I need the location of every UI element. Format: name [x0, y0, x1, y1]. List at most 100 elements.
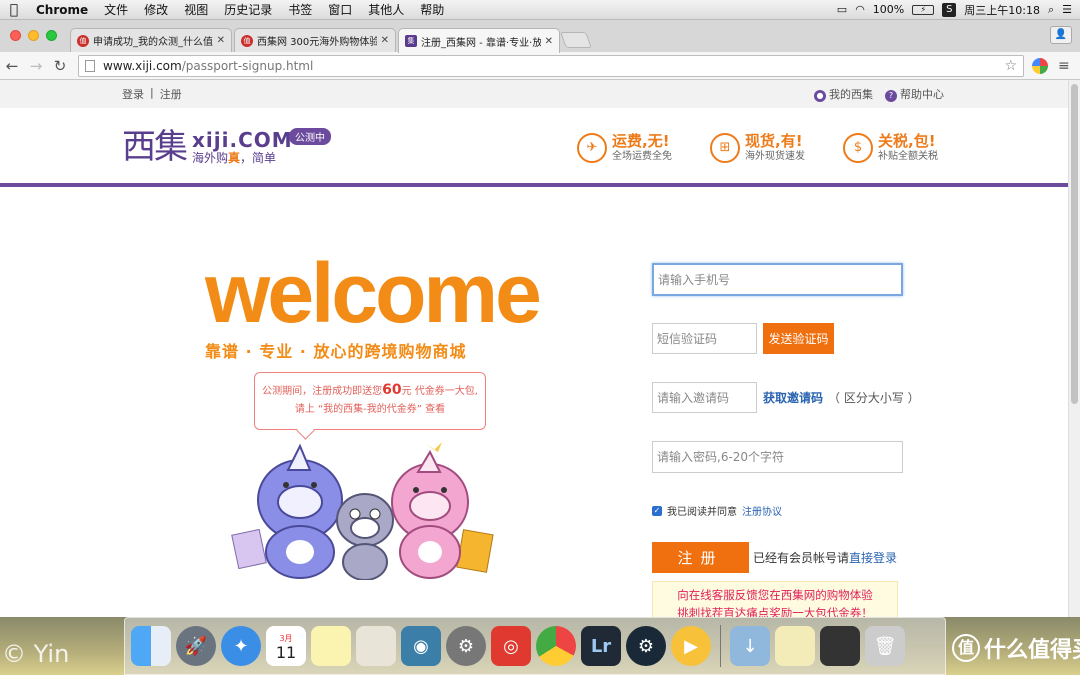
feature-sub: 海外现货速发 — [745, 151, 805, 162]
screenshot-stack-icon[interactable] — [820, 626, 860, 666]
address-bar[interactable]: www.xiji.com/passport-signup.html ☆ — [78, 54, 1024, 77]
reload-icon[interactable]: ↻ — [48, 57, 72, 75]
notification-center-icon[interactable]: ☰ — [1062, 3, 1072, 16]
netease-music-icon[interactable]: ◎ — [491, 626, 531, 666]
agree-checkbox[interactable]: ✓ — [652, 505, 662, 516]
media-player-icon[interactable]: ▶ — [671, 626, 711, 666]
have-account-row: 已经有会员帐号请直接登录 — [753, 549, 897, 566]
profile-icon[interactable]: 👤 — [1050, 26, 1072, 44]
new-tab-button[interactable] — [560, 32, 592, 48]
launchpad-icon[interactable]: 🚀 — [176, 626, 216, 666]
close-tab-icon[interactable]: ✕ — [381, 35, 389, 46]
my-xiji-link[interactable]: ● 我的西集 — [814, 86, 873, 102]
send-sms-code-button[interactable]: 发送验证码 — [763, 323, 834, 354]
notes-icon[interactable] — [311, 626, 351, 666]
feature-title: 运费,无! — [612, 132, 670, 150]
site-topbar: 登录 | 注册 ● 我的西集 ? 帮助中心 — [0, 80, 1068, 108]
documents-stack-icon[interactable] — [775, 626, 815, 666]
tab-title: 西集网 300元海外购物体验卡 — [257, 37, 377, 48]
menu-view[interactable]: 视图 — [176, 1, 216, 18]
feature-free-shipping: ✈ 运费,无! 全场运费全免 — [577, 132, 672, 163]
help-center-link[interactable]: ? 帮助中心 — [885, 86, 944, 102]
close-window-button[interactable] — [10, 30, 21, 41]
register-button[interactable]: 注册 — [652, 542, 749, 573]
smzdm-favicon-icon: 值 — [77, 34, 89, 47]
promo-text: 请上 “我的西集-我的代金券” 查看 — [294, 404, 446, 415]
have-account-text: 已经有会员帐号请 — [753, 551, 850, 565]
steam-icon[interactable]: ⚙ — [626, 626, 666, 666]
menu-window[interactable]: 窗口 — [320, 1, 360, 18]
calendar-icon[interactable]: 3月 11 — [266, 626, 306, 666]
dock-separator — [720, 625, 721, 667]
spotlight-icon[interactable]: ⌕ — [1048, 3, 1054, 17]
menu-people[interactable]: 其他人 — [360, 1, 412, 18]
screen:  Chrome 文件 修改 视图 历史记录 书签 窗口 其他人 帮助 ▭ ◠ … — [0, 0, 1080, 675]
lightroom-icon[interactable]: Lr — [581, 626, 621, 666]
browser-tab[interactable]: 值 西集网 300元海外购物体验卡 ✕ — [234, 28, 396, 52]
feature-title: 关税,包! — [878, 132, 936, 150]
smzdm-logo-icon: 值 — [952, 634, 980, 662]
direct-login-link[interactable]: 直接登录 — [849, 551, 897, 565]
promo-text: 公测期间，注册成功即送您 — [262, 386, 383, 397]
menu-bookmarks[interactable]: 书签 — [280, 1, 320, 18]
browser-tab-active[interactable]: 集 注册_西集网 - 靠谱·专业·放心 ✕ — [398, 28, 560, 53]
menu-history[interactable]: 历史记录 — [216, 1, 280, 18]
finder-icon[interactable] — [131, 626, 171, 666]
apple-icon[interactable]:  — [0, 2, 28, 18]
feature-sub: 补贴全额关税 — [878, 151, 938, 162]
trash-icon[interactable]: 🗑 — [865, 626, 905, 666]
zoom-window-button[interactable] — [46, 30, 57, 41]
help-center-label: 帮助中心 — [900, 88, 944, 101]
watermark-right: 值 什么值得买 — [952, 632, 1080, 664]
get-invite-code-link[interactable]: 获取邀请码 — [763, 389, 823, 406]
scrollbar-thumb[interactable] — [1071, 84, 1078, 404]
menu-edit[interactable]: 修改 — [136, 1, 176, 18]
web-page: 登录 | 注册 ● 我的西集 ? 帮助中心 西集 xiji.COM 海外购真，简单 … — [0, 80, 1068, 617]
smzdm-favicon-icon: 值 — [241, 34, 253, 47]
vertical-scrollbar[interactable] — [1068, 80, 1080, 617]
minimize-window-button[interactable] — [28, 30, 39, 41]
browser-tab[interactable]: 值 申请成功_我的众测_什么值得 ✕ — [70, 28, 232, 52]
menu-file[interactable]: 文件 — [96, 1, 136, 18]
close-tab-icon[interactable]: ✕ — [217, 35, 225, 46]
bookmark-star-icon[interactable]: ☆ — [1004, 58, 1017, 74]
logo-slogan: 海外购真，简单 — [192, 151, 277, 165]
downloads-folder-icon[interactable]: ↓ — [730, 626, 770, 666]
browser-toolbar: ← → ↻ www.xiji.com/passport-signup.html … — [0, 52, 1080, 80]
register-link[interactable]: 注册 — [160, 86, 182, 102]
menu-help[interactable]: 帮助 — [412, 1, 452, 18]
url-host: www.xiji.com — [103, 58, 182, 73]
agree-label: 我已阅读并同意 — [667, 507, 737, 518]
battery-icon[interactable]: ⚡ — [912, 4, 935, 15]
watermark-left: © Yin — [2, 640, 70, 668]
preview-icon[interactable] — [356, 626, 396, 666]
plane-icon: ✈ — [577, 132, 607, 163]
clock[interactable]: 周三上午10:18 — [964, 2, 1040, 18]
back-arrow-icon[interactable]: ← — [0, 57, 24, 75]
feedback-notice[interactable]: 向在线客服反馈您在西集网的购物体验 挑刺找茬直达痛点奖励一大包代金券！ — [652, 581, 898, 617]
invite-code-input[interactable] — [652, 382, 757, 413]
password-input[interactable] — [652, 441, 903, 473]
wifi-icon[interactable]: ◠ — [855, 3, 865, 16]
tab-title: 申请成功_我的众测_什么值得 — [93, 37, 213, 48]
sogou-input-icon[interactable]: S — [942, 2, 957, 17]
sms-code-input[interactable] — [652, 323, 757, 354]
site-logo[interactable]: 西集 xiji.COM 海外购真，简单 公测中 — [122, 128, 331, 166]
phone-input[interactable] — [652, 263, 903, 296]
chrome-menu-icon[interactable]: ≡ — [1058, 58, 1070, 74]
extension-icon[interactable] — [1032, 57, 1048, 74]
case-sensitive-note: （ 区分大小写 ） — [828, 391, 920, 405]
forward-arrow-icon[interactable]: → — [24, 57, 48, 75]
question-icon: ? — [885, 90, 897, 102]
close-tab-icon[interactable]: ✕ — [545, 36, 553, 47]
menu-chrome[interactable]: Chrome — [28, 3, 96, 17]
chrome-icon[interactable] — [536, 626, 576, 666]
iphoto-icon[interactable]: ◉ — [401, 626, 441, 666]
login-link[interactable]: 登录 — [122, 86, 144, 102]
safari-icon[interactable]: ✦ — [221, 626, 261, 666]
promo-bubble: 公测期间，注册成功即送您60元 代金券一大包, 请上 “我的西集-我的代金券” … — [254, 372, 486, 430]
tab-title: 注册_西集网 - 靠谱·专业·放心 — [421, 37, 541, 49]
terms-link[interactable]: 注册协议 — [742, 503, 782, 518]
system-preferences-icon[interactable]: ⚙ — [446, 626, 486, 666]
airplay-icon[interactable]: ▭ — [837, 3, 847, 16]
